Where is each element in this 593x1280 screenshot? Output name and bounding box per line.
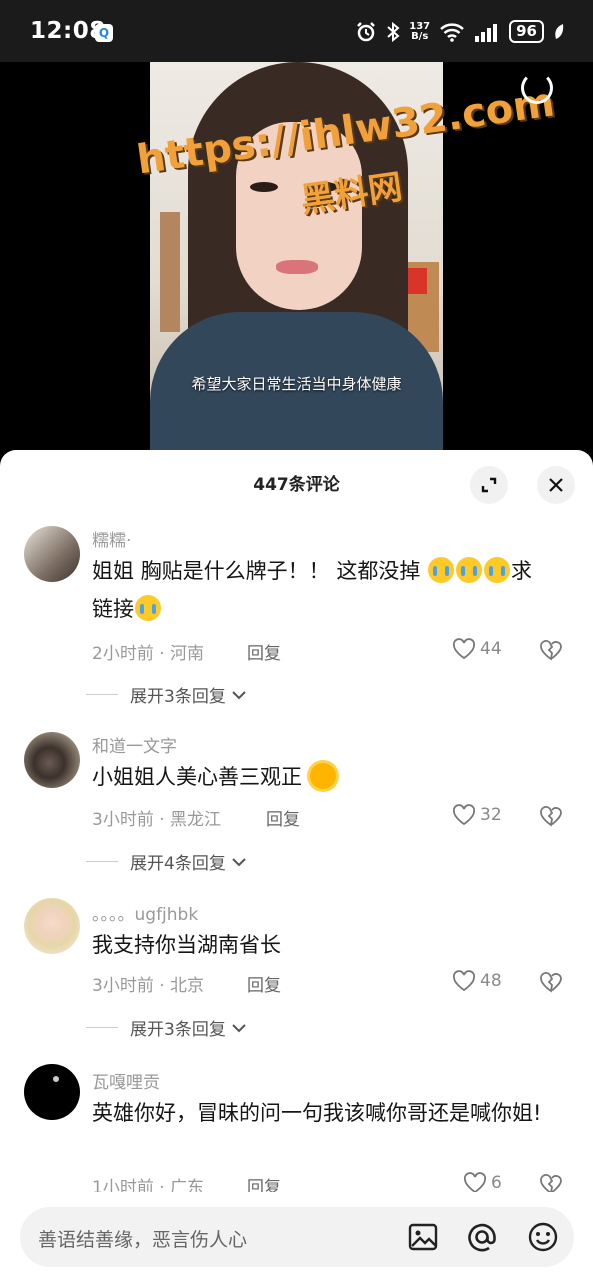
comment-text: 小姐姐人美心善三观正 (92, 758, 572, 796)
broken-heart-icon (540, 640, 562, 661)
comment-username[interactable]: 糯糯· (92, 526, 131, 551)
like-button[interactable]: 44 (452, 638, 502, 660)
reply-button[interactable]: 回复 (247, 639, 281, 664)
crying-emoji-icon (456, 557, 483, 583)
bluetooth-icon (387, 21, 400, 42)
app-notification-icon: Q (95, 24, 113, 42)
crying-emoji-icon (135, 595, 161, 621)
comment-input[interactable]: 善语结善缘，恶言伤人心 (38, 1225, 247, 1252)
video-subtitle: 希望大家日常生活当中身体健康 (191, 375, 402, 393)
alarm-icon (357, 21, 376, 41)
broken-heart-icon (540, 806, 562, 827)
comment-text: 我支持你当湖南省长 (92, 933, 281, 957)
expand-replies-button[interactable]: 展开4条回复 (86, 849, 248, 874)
like-count: 48 (480, 971, 502, 991)
status-bar: 12:08 Q 137 B/s 96 (0, 0, 593, 62)
comment-meta: 3小时前 · 黑龙江 (92, 810, 222, 830)
heart-icon (452, 638, 476, 660)
loading-icon (521, 72, 553, 104)
leaf-icon (555, 23, 564, 39)
emoji-icon[interactable] (526, 1220, 560, 1254)
avatar[interactable] (24, 1064, 80, 1120)
comment-username[interactable]: 瓦嘎哩贡 (92, 1068, 160, 1093)
expand-divider (86, 1027, 118, 1028)
fullscreen-icon (481, 477, 497, 493)
image-icon[interactable] (406, 1220, 440, 1254)
comment-meta: 2小时前 · 河南 (92, 644, 205, 664)
dislike-button[interactable] (538, 804, 564, 832)
broken-heart-icon (540, 972, 562, 993)
battery-indicator: 96 (509, 20, 544, 43)
like-button[interactable]: 6 (463, 1172, 502, 1194)
wifi-icon (440, 22, 464, 42)
chevron-down-icon (232, 1023, 246, 1032)
like-count: 32 (480, 805, 502, 825)
crying-emoji-icon (428, 557, 455, 583)
video-shelf-item (407, 268, 427, 294)
comment-username[interactable]: 和道一文字 (92, 732, 177, 757)
like-button[interactable]: 48 (452, 970, 502, 992)
comment-text: 姐姐 胸贴是什么牌子！！ 这都没掉 求链接 (92, 557, 533, 621)
expand-panel-button[interactable] (470, 466, 508, 504)
sun-emoji-icon (309, 763, 336, 789)
avatar[interactable] (24, 732, 80, 788)
crying-emoji-icon (484, 557, 511, 583)
video-person-mouth (276, 260, 318, 274)
reply-button[interactable]: 回复 (247, 971, 281, 996)
status-icons: 137 B/s 96 (355, 20, 565, 43)
chevron-down-icon (232, 857, 246, 866)
like-count: 6 (491, 1173, 502, 1193)
video-door (160, 212, 180, 332)
chevron-down-icon (232, 690, 246, 699)
like-button[interactable]: 32 (452, 804, 502, 826)
comment-username[interactable]: 。。。。ugfjhbk (92, 900, 198, 925)
reply-button[interactable]: 回复 (266, 805, 300, 830)
expand-replies-button[interactable]: 展开3条回复 (86, 682, 248, 707)
comment-input-bar[interactable]: 善语结善缘，恶言伤人心 (20, 1207, 574, 1267)
heart-icon (452, 804, 476, 826)
comment-meta: 3小时前 · 北京 (92, 976, 205, 996)
comment-panel: 447条评论 糯糯· 姐姐 胸贴是什么牌子！！ 这都没掉 求链接 2小时前 · … (0, 450, 593, 1280)
heart-icon (463, 1172, 487, 1194)
expand-divider (86, 861, 118, 862)
signal-icon (475, 23, 498, 42)
avatar[interactable] (24, 526, 80, 582)
avatar-dot (53, 1076, 59, 1082)
close-panel-button[interactable] (537, 466, 575, 504)
close-icon (549, 478, 563, 492)
comment-text: 英雄你好，冒昧的问一句我该喊你哥还是喊你姐! (92, 1101, 542, 1125)
video-person-eye-left (250, 182, 278, 192)
dislike-button[interactable] (538, 970, 564, 998)
video-player[interactable]: 希望大家日常生活当中身体健康 https://ihlw32.com 黑料网 (0, 62, 593, 462)
at-icon[interactable] (465, 1220, 499, 1254)
heart-icon (452, 970, 476, 992)
expand-replies-button[interactable]: 展开3条回复 (86, 1015, 248, 1040)
dislike-button[interactable] (538, 638, 564, 666)
like-count: 44 (480, 639, 502, 659)
avatar[interactable] (24, 898, 80, 954)
network-speed: 137 B/s (409, 20, 431, 42)
expand-divider (86, 694, 118, 695)
